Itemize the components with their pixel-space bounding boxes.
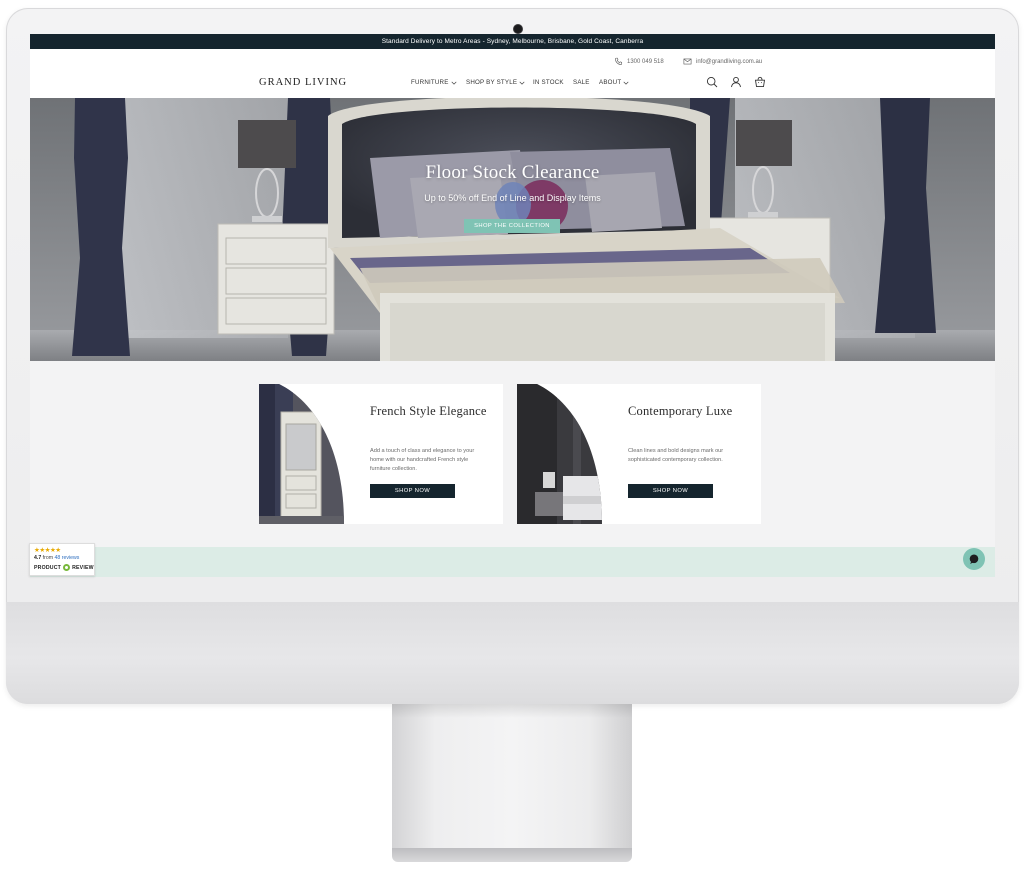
email-address: info@grandliving.com.au: [696, 58, 763, 65]
promo-card-french[interactable]: French Style Elegance Add a touch of cla…: [259, 384, 503, 524]
cart-icon[interactable]: [754, 76, 766, 88]
shop-now-button-contemporary[interactable]: SHOP NOW: [628, 484, 713, 498]
contemporary-bedroom-image: [517, 384, 602, 524]
mint-section: [30, 547, 995, 577]
screen: Standard Delivery to Metro Areas - Sydne…: [30, 34, 995, 577]
rating-summary: 4.7 from 48 reviews: [34, 555, 79, 561]
camera: [514, 25, 522, 33]
nav-sale-label: SALE: [573, 79, 590, 86]
promo-section: French Style Elegance Add a touch of cla…: [30, 361, 995, 547]
hero-banner: Floor Stock Clearance Up to 50% off End …: [30, 98, 995, 361]
nav-in-stock[interactable]: IN STOCK: [533, 79, 564, 86]
nav-about-label: ABOUT: [599, 79, 622, 86]
email-icon: [683, 58, 692, 65]
rating-count-link[interactable]: 48 reviews: [55, 555, 80, 561]
hero-title: Floor Stock Clearance: [425, 162, 600, 183]
hero-subtitle: Up to 50% off End of Line and Display It…: [424, 193, 601, 203]
stand-shadow: [392, 704, 632, 718]
productreview-dot-icon: [63, 564, 71, 571]
phone-icon: [615, 57, 623, 65]
brand-right: REVIEW: [72, 564, 94, 571]
site-logo[interactable]: GRAND LIVING: [259, 77, 347, 88]
email-link[interactable]: info@grandliving.com.au: [683, 57, 762, 66]
nav-furniture-label: FURNITURE: [411, 79, 449, 86]
rating-from: from: [42, 555, 54, 561]
chevron-down-icon: [519, 81, 525, 85]
rating-stars: ★★★★★: [34, 547, 61, 554]
product-review-widget[interactable]: ★★★★★ 4.7 from 48 reviews PRODUCT REVIEW: [29, 543, 95, 576]
account-icon[interactable]: [730, 76, 742, 88]
card-title-french: French Style Elegance: [370, 404, 487, 418]
shop-collection-button[interactable]: SHOP THE COLLECTION: [464, 219, 560, 233]
imac-stand: [392, 704, 632, 850]
brand-left: PRODUCT: [34, 564, 62, 571]
stand-foot: [392, 848, 632, 862]
french-cabinet-image: [259, 384, 344, 524]
chat-bubble-icon: [969, 554, 979, 564]
rating-score: 4.7: [34, 555, 42, 561]
chevron-down-icon: [623, 81, 629, 85]
nav-sale[interactable]: SALE: [573, 79, 590, 86]
announcement-bar: Standard Delivery to Metro Areas - Sydne…: [30, 34, 995, 49]
promo-card-contemporary[interactable]: Contemporary Luxe Clean lines and bold d…: [517, 384, 761, 524]
chat-launcher[interactable]: [963, 548, 985, 570]
card-description-french: Add a touch of class and elegance to you…: [370, 448, 475, 472]
nav-shop-by-style[interactable]: SHOP BY STYLE: [466, 79, 525, 86]
card-title-contemporary: Contemporary Luxe: [628, 404, 733, 418]
phone-link[interactable]: 1300 049 518: [614, 57, 664, 66]
shop-now-button-french[interactable]: SHOP NOW: [370, 484, 455, 498]
search-icon[interactable]: [706, 76, 718, 88]
card-description-contemporary: Clean lines and bold designs mark our so…: [628, 448, 724, 463]
site-header: 1300 049 518 info@grandliving.com.au GRA…: [30, 49, 995, 98]
nav-in-stock-label: IN STOCK: [533, 79, 564, 86]
header-icons: [706, 76, 766, 88]
nav-furniture[interactable]: FURNITURE: [411, 79, 457, 86]
productreview-logo: PRODUCT REVIEW: [34, 564, 94, 571]
nav-about[interactable]: ABOUT: [599, 79, 629, 86]
nav-shop-by-style-label: SHOP BY STYLE: [466, 79, 518, 86]
phone-number: 1300 049 518: [627, 58, 664, 65]
imac-chin: [6, 602, 1019, 704]
chevron-down-icon: [451, 81, 457, 85]
